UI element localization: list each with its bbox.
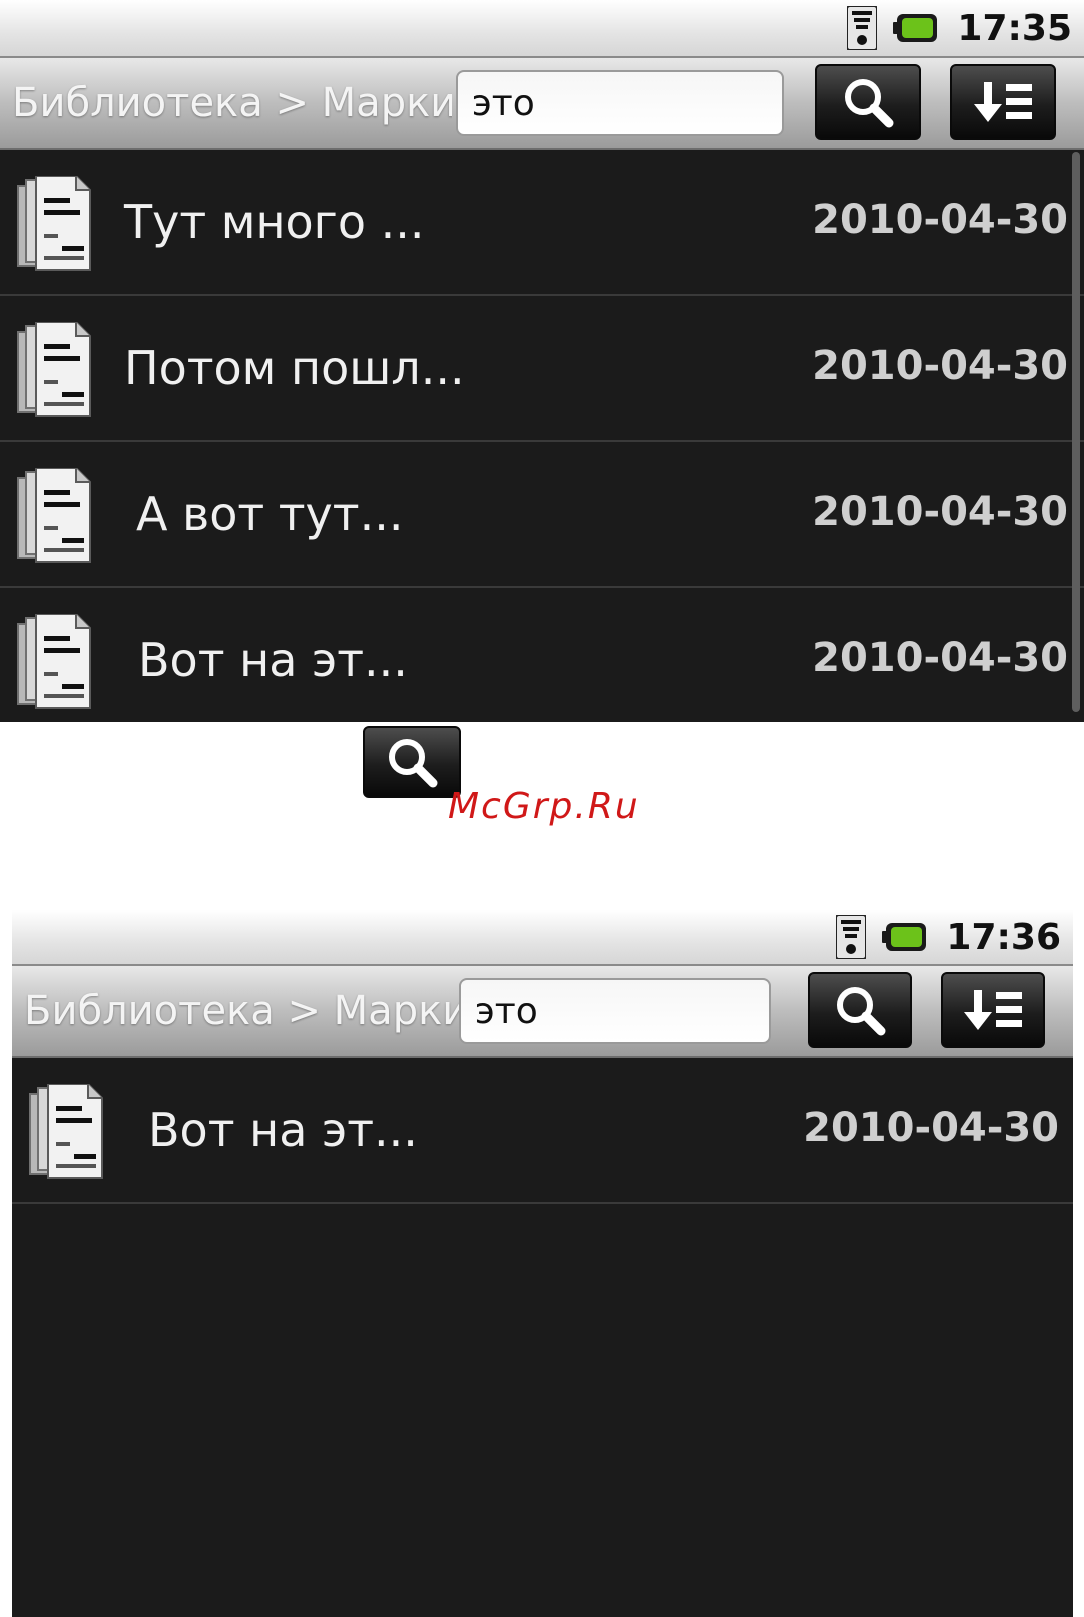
screen-before-search: 17:35 Библиотека > Маркировки Тут много … — [0, 0, 1084, 722]
list-item[interactable]: А вот тут... 2010-04-30 — [0, 442, 1084, 588]
search-icon — [385, 735, 439, 789]
toolbar: Библиотека > Маркировки — [0, 58, 1084, 150]
list-item[interactable]: Вот на эт... 2010-04-30 — [0, 588, 1084, 722]
search-button[interactable] — [815, 64, 921, 140]
document-icon — [29, 1084, 103, 1179]
battery-icon — [893, 14, 938, 42]
callout-search-button — [363, 726, 461, 798]
breadcrumb: Библиотека > Маркировки — [24, 988, 464, 1034]
item-title: А вот тут... — [136, 487, 404, 541]
status-bar: 17:35 — [0, 0, 1084, 58]
bookmark-list: Вот на эт... 2010-04-30 — [12, 1058, 1073, 1204]
search-icon — [841, 75, 895, 129]
status-clock: 17:36 — [946, 916, 1061, 958]
search-icon — [833, 983, 887, 1037]
item-date: 2010-04-30 — [812, 197, 1068, 243]
search-input[interactable] — [456, 70, 784, 136]
signal-icon — [836, 915, 867, 959]
item-title: Потом пошл... — [124, 341, 465, 395]
sort-button[interactable] — [950, 64, 1056, 140]
item-date: 2010-04-30 — [803, 1105, 1059, 1151]
breadcrumb: Библиотека > Маркировки — [12, 80, 452, 126]
status-bar: 17:36 — [12, 910, 1073, 966]
document-icon — [17, 468, 91, 563]
list-scrollbar[interactable] — [1072, 152, 1080, 712]
list-item[interactable]: Вот на эт... 2010-04-30 — [12, 1058, 1073, 1204]
signal-icon — [847, 6, 878, 50]
list-item[interactable]: Тут много ... 2010-04-30 — [0, 150, 1084, 296]
item-date: 2010-04-30 — [812, 489, 1068, 535]
battery-icon — [882, 923, 927, 951]
item-date: 2010-04-30 — [812, 343, 1068, 389]
list-item[interactable]: Потом пошл... 2010-04-30 — [0, 296, 1084, 442]
document-icon — [17, 322, 91, 417]
toolbar: Библиотека > Маркировки — [12, 966, 1073, 1058]
sort-icon — [974, 82, 1032, 122]
status-clock: 17:35 — [957, 7, 1072, 49]
sort-button[interactable] — [941, 972, 1045, 1048]
search-button[interactable] — [808, 972, 912, 1048]
watermark: McGrp.Ru — [448, 786, 640, 827]
sort-icon — [964, 990, 1022, 1030]
bookmark-list: Тут много ... 2010-04-30 Потом пошл... 2… — [0, 150, 1084, 722]
item-title: Тут много ... — [124, 195, 425, 249]
search-input[interactable] — [459, 978, 771, 1044]
status-indicators: 17:35 — [847, 0, 1072, 56]
status-indicators: 17:36 — [836, 910, 1061, 964]
item-title: Вот на эт... — [138, 633, 408, 687]
screen-after-search: 17:36 Библиотека > Маркировки Вот на эт.… — [12, 910, 1073, 1617]
item-date: 2010-04-30 — [812, 635, 1068, 681]
document-icon — [17, 614, 91, 709]
document-icon — [17, 176, 91, 271]
item-title: Вот на эт... — [148, 1103, 418, 1157]
